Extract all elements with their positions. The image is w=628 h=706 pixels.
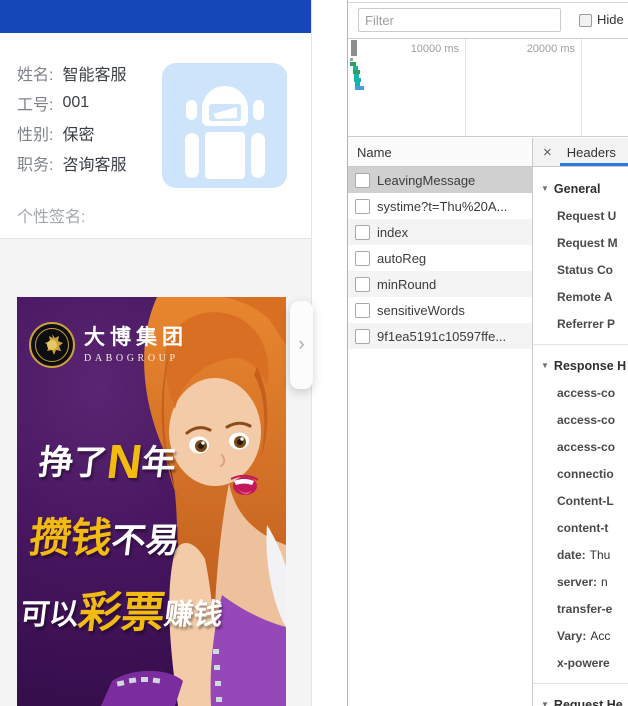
request-checkbox[interactable]	[355, 173, 370, 188]
timeline-tick-label: 10000 ms	[348, 43, 459, 55]
signature-label: 个性签名:	[17, 203, 85, 227]
request-row[interactable]: minRound	[348, 271, 532, 297]
response-header-item: access-co	[533, 406, 628, 433]
field-value: 001	[62, 94, 89, 112]
hide-checkbox[interactable]	[579, 14, 592, 27]
devtools-network-panel: Hide 10000 ms 20000 ms Name LeavingMessa…	[347, 0, 628, 706]
request-name: sensitiveWords	[377, 303, 465, 318]
panel-expand-handle[interactable]: ›	[290, 301, 313, 389]
robot-icon	[162, 63, 287, 188]
general-item: Request U	[533, 202, 628, 229]
ad-brand-text: 大博集团 DABOGROUP	[84, 326, 188, 364]
response-header-item: transfer-e	[533, 595, 628, 622]
ad-headline-line2: 攒钱不易	[27, 504, 236, 564]
timeline-scrubber[interactable]	[351, 40, 357, 56]
field-label: 工号:	[17, 91, 53, 115]
response-header-item: access-co	[533, 379, 628, 406]
details-tab-bar: × Headers	[533, 138, 628, 167]
general-item: Request M	[533, 229, 628, 256]
brand-name-cn: 大博集团	[84, 326, 188, 350]
request-name: autoReg	[377, 251, 426, 266]
request-details-panel: × Headers ▼ General Request U Request M …	[532, 138, 628, 706]
request-row[interactable]: systime?t=Thu%20A...	[348, 193, 532, 219]
response-header-item: date:Thu	[533, 541, 628, 568]
field-label: 职务:	[17, 151, 53, 175]
request-checkbox[interactable]	[355, 225, 370, 240]
request-checkbox[interactable]	[355, 303, 370, 318]
field-value: 智能客服	[62, 61, 126, 85]
response-header-item: content-t	[533, 514, 628, 541]
profile-row-id: 工号: 001	[17, 88, 126, 118]
lion-crest-icon	[29, 322, 75, 368]
request-row[interactable]: 9f1ea5191c10597ffe...	[348, 323, 532, 349]
headers-content: ▼ General Request U Request M Status Co …	[533, 167, 628, 706]
field-label: 性别:	[17, 121, 53, 145]
panel-header-bar	[0, 0, 311, 33]
response-header-item: Vary:Acc	[533, 622, 628, 649]
request-name: systime?t=Thu%20A...	[377, 199, 507, 214]
triangle-down-icon: ▼	[541, 700, 549, 706]
ad-brand-logo-row: 大博集团 DABOGROUP	[29, 322, 188, 368]
request-row[interactable]: autoReg	[348, 245, 532, 271]
profile-row-name: 姓名: 智能客服	[17, 58, 126, 88]
request-table: Name LeavingMessage systime?t=Thu%20A...…	[348, 138, 532, 706]
filter-input[interactable]	[358, 8, 561, 32]
section-request-headers[interactable]: ▼ Request He	[533, 691, 628, 706]
request-name: 9f1ea5191c10597ffe...	[377, 329, 506, 344]
response-header-item: server:n	[533, 568, 628, 595]
request-checkbox[interactable]	[355, 199, 370, 214]
ad-headline-line3: 可以彩票赚钱	[17, 578, 227, 640]
profile-info: 姓名: 智能客服 工号: 001 性别: 保密 职务: 咨询客服	[17, 58, 126, 178]
close-icon[interactable]: ×	[543, 145, 552, 160]
request-name: LeavingMessage	[377, 173, 475, 188]
profile-row-gender: 性别: 保密	[17, 118, 126, 148]
customer-service-panel: 姓名: 智能客服 工号: 001 性别: 保密 职务: 咨询客服	[0, 0, 312, 706]
chevron-right-icon: ›	[298, 334, 304, 356]
request-row[interactable]: sensitiveWords	[348, 297, 532, 323]
section-general[interactable]: ▼ General	[533, 175, 628, 202]
section-separator	[533, 683, 628, 684]
response-header-item: Content-L	[533, 487, 628, 514]
general-item: Remote A	[533, 283, 628, 310]
request-checkbox[interactable]	[355, 277, 370, 292]
field-value: 咨询客服	[62, 151, 126, 175]
profile-row-title: 职务: 咨询客服	[17, 148, 126, 178]
active-tab-underline	[560, 163, 628, 166]
general-item: Referrer P	[533, 310, 628, 337]
tab-headers[interactable]: Headers	[567, 145, 616, 160]
section-separator	[533, 344, 628, 345]
request-row[interactable]: index	[348, 219, 532, 245]
request-checkbox[interactable]	[355, 329, 370, 344]
ad-headline: 挣了N年 攒钱不易 可以彩票赚钱	[17, 435, 244, 640]
response-header-item: x-powere	[533, 649, 628, 676]
timeline-gridline	[581, 39, 582, 136]
screenshot-root: 姓名: 智能客服 工号: 001 性别: 保密 职务: 咨询客服	[0, 0, 628, 706]
field-value: 保密	[62, 121, 94, 145]
brand-name-en: DABOGROUP	[84, 353, 188, 364]
ad-headline-line1: 挣了N年	[36, 435, 245, 490]
request-name: minRound	[377, 277, 436, 292]
request-checkbox[interactable]	[355, 251, 370, 266]
network-timeline-overview[interactable]: 10000 ms 20000 ms	[348, 39, 628, 137]
column-header-name[interactable]: Name	[348, 138, 532, 167]
request-name: index	[377, 225, 408, 240]
section-response-headers[interactable]: ▼ Response H	[533, 352, 628, 379]
hide-checkbox-label[interactable]: Hide	[597, 12, 624, 27]
waterfall-bar	[355, 86, 364, 90]
response-header-item: connectio	[533, 460, 628, 487]
avatar	[162, 63, 287, 188]
network-filter-bar: Hide	[348, 2, 628, 39]
general-item: Status Co	[533, 256, 628, 283]
timeline-tick-label: 20000 ms	[465, 43, 575, 55]
response-header-item: access-co	[533, 433, 628, 460]
triangle-down-icon: ▼	[541, 361, 549, 370]
waterfall-bar	[350, 58, 353, 61]
request-row-selected[interactable]: LeavingMessage	[348, 167, 532, 193]
field-label: 姓名:	[17, 61, 53, 85]
triangle-down-icon: ▼	[541, 184, 549, 193]
lottery-ad-banner[interactable]: 大博集团 DABOGROUP 挣了N年 攒钱不易 可以彩票赚钱	[17, 297, 286, 706]
